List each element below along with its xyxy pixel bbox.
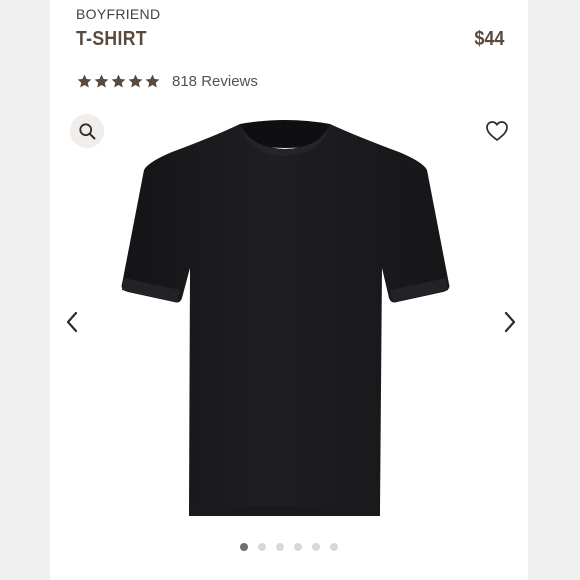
next-image-button[interactable] (500, 309, 520, 335)
chevron-left-icon (66, 311, 78, 333)
chevron-right-icon (504, 311, 516, 333)
heart-outline-icon (486, 121, 508, 141)
right-border (528, 0, 580, 580)
carousel-dot[interactable] (240, 543, 248, 551)
product-title: T-SHIRT (76, 28, 147, 50)
favorite-button[interactable] (484, 119, 510, 143)
product-price: $44 (473, 28, 504, 50)
carousel-dot[interactable] (276, 543, 284, 551)
carousel-dot[interactable] (294, 543, 302, 551)
carousel-dot[interactable] (330, 543, 338, 551)
star-icon (128, 74, 143, 87)
zoom-search-button[interactable] (70, 114, 104, 148)
reviews-link[interactable]: 818 Reviews (172, 73, 258, 90)
star-icon (145, 74, 160, 87)
product-rating[interactable]: 818 Reviews (76, 71, 258, 91)
star-icon (94, 74, 109, 87)
star-icon (77, 74, 92, 87)
star-rating (76, 73, 161, 90)
left-border (0, 0, 50, 580)
carousel-dot[interactable] (258, 543, 266, 551)
black-tshirt-image (121, 120, 450, 516)
star-icon (111, 74, 126, 87)
carousel-pagination (240, 543, 338, 551)
product-collection: BOYFRIEND (76, 6, 161, 22)
previous-image-button[interactable] (62, 309, 82, 335)
magnifier-icon (79, 123, 96, 140)
carousel-dot[interactable] (312, 543, 320, 551)
